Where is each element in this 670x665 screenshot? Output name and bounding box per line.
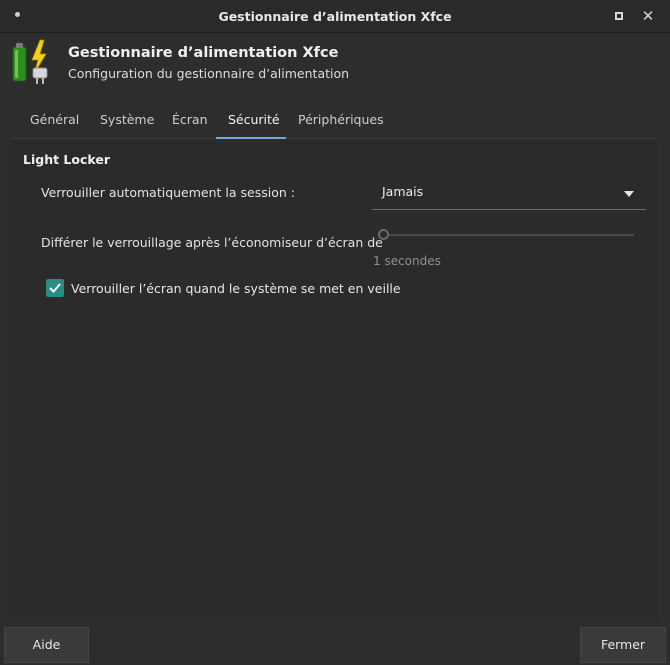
lock-on-sleep-checkbox[interactable]	[46, 279, 64, 297]
dialog-header: Gestionnaire d’alimentation Xfce Configu…	[0, 34, 670, 96]
tab-system[interactable]: Système	[90, 103, 164, 139]
header-subtitle: Configuration du gestionnaire d’alimenta…	[68, 66, 350, 81]
tab-screen[interactable]: Écran	[162, 103, 218, 139]
delay-value: 1 secondes	[373, 254, 441, 268]
header-title: Gestionnaire d’alimentation Xfce	[68, 45, 339, 61]
delay-label: Différer le verrouillage après l’économi…	[41, 235, 383, 250]
power-manager-window: Gestionnaire d’alimentation Xfce ✕ Gesti…	[0, 0, 670, 665]
auto-lock-value: Jamais	[382, 184, 424, 199]
slider-handle[interactable]	[378, 229, 389, 240]
tab-devices[interactable]: Périphériques	[288, 103, 394, 139]
tab-security[interactable]: Sécurité	[216, 103, 286, 139]
section-title-light-locker: Light Locker	[23, 152, 111, 167]
title-bar[interactable]: Gestionnaire d’alimentation Xfce ✕	[0, 0, 670, 33]
auto-lock-label: Verrouiller automatiquement la session :	[41, 185, 295, 200]
close-button[interactable]: Fermer	[580, 627, 666, 663]
close-icon[interactable]: ✕	[640, 8, 656, 24]
security-panel: Light Locker Verrouiller automatiquement…	[12, 140, 658, 620]
auto-lock-dropdown[interactable]: Jamais	[372, 178, 646, 210]
slider-track	[378, 234, 634, 236]
checkmark-icon	[49, 283, 61, 293]
dialog-footer: Aide Fermer	[0, 621, 670, 665]
maximize-icon[interactable]	[615, 12, 623, 20]
tab-bar: Général Système Écran Sécurité Périphéri…	[12, 103, 658, 139]
lock-delay-slider[interactable]	[378, 228, 634, 242]
help-button[interactable]: Aide	[4, 627, 89, 663]
tab-general[interactable]: Général	[20, 103, 89, 139]
battery-power-plug-icon	[12, 39, 48, 84]
dropdown-arrow-icon	[624, 191, 634, 197]
lock-on-sleep-label[interactable]: Verrouiller l’écran quand le système se …	[71, 281, 401, 296]
window-title: Gestionnaire d’alimentation Xfce	[218, 9, 452, 24]
